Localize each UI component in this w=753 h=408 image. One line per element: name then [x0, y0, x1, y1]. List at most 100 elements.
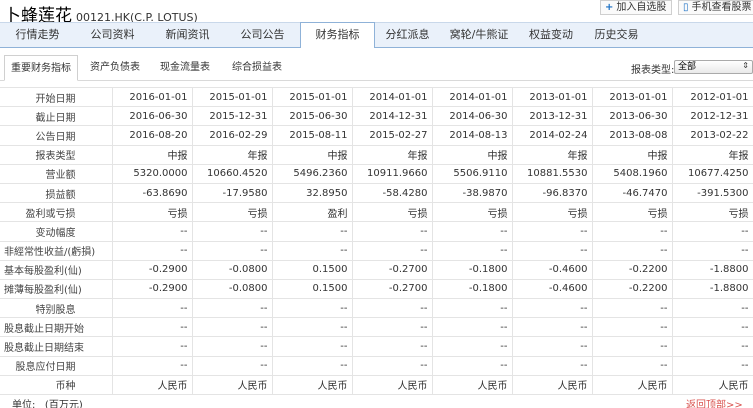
- table-row: 基本每股盈利(仙) -0.2900 -0.0800 0.1500 -0.2700 -0.1…: [0, 260, 753, 280]
- table-cell: 10881.5530: [512, 164, 593, 184]
- table-cell: 中报: [112, 145, 193, 165]
- table-cell: --: [512, 298, 593, 319]
- table-cell: -17.9580: [192, 183, 273, 204]
- tab-dividends[interactable]: 分红派息: [375, 23, 440, 47]
- table-row: 股息截止日期结束 -- -- -- -- -- -- -- --: [0, 336, 753, 357]
- table-cell: 10677.4250: [672, 164, 753, 184]
- table-row: 开始日期 2016-01-01 2015-01-01 2015-01-01 2014-0…: [0, 86, 753, 108]
- table-cell: -1.8800: [672, 279, 753, 300]
- tab-equity-changes[interactable]: 权益变动: [518, 23, 584, 47]
- tab-financial-indicators[interactable]: 财务指标: [300, 22, 375, 48]
- table-cell: --: [112, 317, 193, 338]
- table-cell: 人民币: [592, 375, 673, 396]
- table-cell: 5506.9110: [432, 164, 513, 184]
- unit-value: (百万元): [44, 400, 83, 408]
- table-cell: 年报: [512, 145, 593, 165]
- table-cell: 2014-01-01: [352, 86, 433, 108]
- table-row: 截止日期 2016-06-30 2015-12-31 2015-06-30 2014-1…: [0, 106, 753, 127]
- table-cell: 2014-02-24: [512, 125, 593, 146]
- table-row: 变动幅度 -- -- -- -- -- -- -- --: [0, 221, 753, 242]
- table-cell: 亏损: [352, 202, 433, 223]
- table-cell: 中报: [432, 145, 513, 165]
- table-cell: --: [432, 356, 513, 376]
- subtab-balance-sheet[interactable]: 资产负债表: [81, 55, 149, 81]
- tab-announcements[interactable]: 公司公告: [225, 23, 300, 47]
- table-cell: --: [112, 336, 193, 357]
- table-cell: --: [352, 298, 433, 319]
- table-cell: -0.2700: [352, 279, 433, 300]
- table-cell: --: [512, 241, 593, 261]
- table-cell: --: [272, 241, 353, 261]
- tab-company-profile[interactable]: 公司资料: [75, 23, 150, 47]
- table-cell: -96.8370: [512, 183, 593, 204]
- table-cell: 2014-12-31: [352, 106, 433, 127]
- subtab-income-statement[interactable]: 综合损益表: [222, 55, 292, 81]
- table-cell: 2013-12-31: [512, 106, 593, 127]
- row-label: 摊薄每股盈利(仙): [0, 279, 113, 300]
- table-cell: --: [672, 356, 753, 376]
- table-cell: 2016-02-29: [192, 125, 273, 146]
- table-cell: --: [432, 241, 513, 261]
- table-row: 摊薄每股盈利(仙) -0.2900 -0.0800 0.1500 -0.2700 -0.1…: [0, 279, 753, 300]
- tab-warrants-cbbc[interactable]: 窝轮/牛熊证: [440, 23, 518, 47]
- row-label: 非經常性收益/(虧損): [0, 241, 113, 261]
- add-watchlist-button[interactable]: + 加入自选股: [600, 0, 672, 15]
- table-cell: 5496.2360: [272, 164, 353, 184]
- table-cell: --: [192, 356, 273, 376]
- table-cell: --: [672, 241, 753, 261]
- row-label: 变动幅度: [0, 221, 113, 242]
- mobile-view-button[interactable]: ▯ 手机查看股票: [678, 0, 753, 15]
- table-row: 损益额 -63.8690 -17.9580 32.8950 -58.4280 -38.98…: [0, 183, 753, 204]
- table-cell: --: [192, 241, 273, 261]
- table-cell: -0.2900: [112, 279, 193, 300]
- table-cell: --: [352, 317, 433, 338]
- subtab-cash-flow[interactable]: 现金流量表: [151, 55, 219, 81]
- table-cell: --: [432, 221, 513, 242]
- table-cell: --: [512, 336, 593, 357]
- unit-note: 单位: (百万元): [12, 396, 83, 408]
- report-type-selected: 全部: [678, 62, 697, 72]
- table-row: 公告日期 2016-08-20 2016-02-29 2015-08-11 2015-0…: [0, 125, 753, 146]
- table-cell: --: [432, 298, 513, 319]
- back-to-top-link[interactable]: 返回顶部>>: [686, 396, 743, 408]
- table-cell: 2016-01-01: [112, 86, 193, 108]
- table-cell: 亏损: [112, 202, 193, 223]
- table-cell: 2012-01-01: [672, 86, 753, 108]
- row-label: 损益额: [0, 183, 113, 204]
- table-cell: 2014-01-01: [432, 86, 513, 108]
- table-row: 币种 人民币 人民币 人民币 人民币 人民币 人民币 人民币 人民币: [0, 375, 753, 396]
- table-cell: 2012-12-31: [672, 106, 753, 127]
- table-row: 报表类型 中报 年报 中报 年报 中报 年报 中报 年报: [0, 145, 753, 165]
- table-cell: 2015-01-01: [192, 86, 273, 108]
- tab-news[interactable]: 新闻资讯: [150, 23, 225, 47]
- row-label: 盈利或亏损: [0, 202, 113, 223]
- report-type-select[interactable]: 全部 ⇕: [674, 60, 753, 74]
- table-cell: 人民币: [512, 375, 593, 396]
- table-cell: 5320.0000: [112, 164, 193, 184]
- table-cell: --: [272, 317, 353, 338]
- table-cell: -63.8690: [112, 183, 193, 204]
- table-cell: 2015-08-11: [272, 125, 353, 146]
- table-cell: 中报: [592, 145, 673, 165]
- table-cell: --: [672, 317, 753, 338]
- row-label: 开始日期: [0, 86, 113, 108]
- table-cell: -58.4280: [352, 183, 433, 204]
- row-label: 基本每股盈利(仙): [0, 260, 113, 280]
- table-cell: 亏损: [512, 202, 593, 223]
- table-cell: -0.2700: [352, 260, 433, 280]
- table-row: 营业额 5320.0000 10660.4520 5496.2360 10911.966…: [0, 164, 753, 184]
- table-cell: --: [112, 356, 193, 376]
- tab-market-trend[interactable]: 行情走势: [0, 23, 75, 47]
- table-cell: --: [112, 298, 193, 319]
- tab-history-trading[interactable]: 历史交易: [584, 23, 649, 47]
- subtab-key-indicators[interactable]: 重要财务指标: [4, 55, 78, 81]
- select-arrows-icon: ⇕: [742, 61, 749, 70]
- table-cell: -0.2900: [112, 260, 193, 280]
- table-cell: -0.0800: [192, 279, 273, 300]
- table-cell: 亏损: [672, 202, 753, 223]
- row-label: 币种: [0, 375, 113, 396]
- table-cell: 年报: [352, 145, 433, 165]
- table-cell: 2015-01-01: [272, 86, 353, 108]
- table-cell: 亏损: [432, 202, 513, 223]
- table-cell: --: [192, 298, 273, 319]
